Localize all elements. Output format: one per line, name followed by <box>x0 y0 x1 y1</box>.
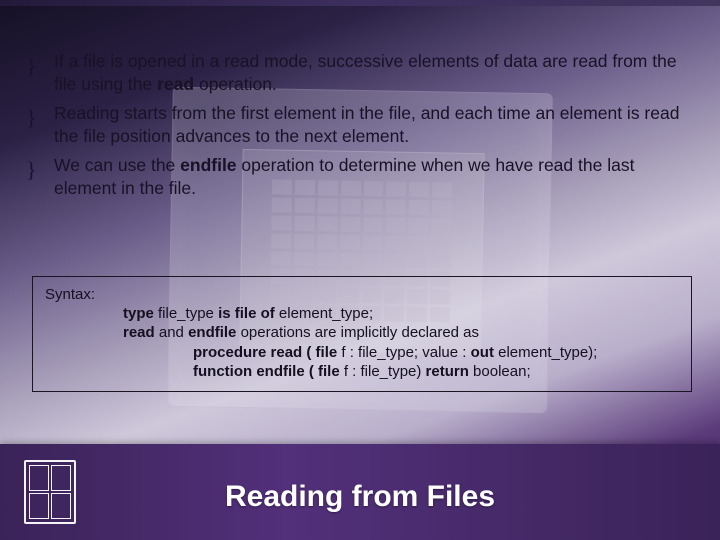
syntax-keyword: out <box>471 344 494 361</box>
syntax-keyword: procedure read ( file <box>193 344 337 361</box>
bullet-marker-icon: } <box>26 51 37 80</box>
bullet-text-strong: endfile <box>180 155 236 175</box>
syntax-keyword: read <box>123 324 155 341</box>
bullet-text-pre: We can use the <box>54 155 180 175</box>
syntax-heading: Syntax: <box>45 285 679 304</box>
bullet-item: } Reading starts from the first element … <box>26 102 696 148</box>
syntax-keyword: return <box>426 363 469 380</box>
syntax-keyword: function endfile ( file <box>193 363 340 380</box>
bullet-item: } If a file is opened in a read mode, su… <box>26 50 696 96</box>
bullet-text-strong: read <box>157 74 194 94</box>
syntax-text: f : file_type; value : <box>337 344 470 361</box>
syntax-text: file_type <box>154 305 218 322</box>
slide-body: } If a file is opened in a read mode, su… <box>26 50 696 207</box>
bullet-text-pre: If a file is opened in a read mode, succ… <box>54 51 677 94</box>
bullet-text-post: operation. <box>194 74 277 94</box>
syntax-line: read and endfile operations are implicit… <box>45 323 679 342</box>
bullet-text-pre: Reading starts from the first element in… <box>54 103 679 146</box>
syntax-line: procedure read ( file f : file_type; val… <box>45 343 679 362</box>
syntax-keyword: is file of <box>218 305 275 322</box>
syntax-text: f : file_type) <box>340 363 426 380</box>
syntax-box: Syntax: type file_type is file of elemen… <box>32 276 692 392</box>
syntax-line: type file_type is file of element_type; <box>45 304 679 323</box>
syntax-keyword: type <box>123 305 154 322</box>
slide-title: Reading from Files <box>0 480 720 514</box>
syntax-text: element_type; <box>275 305 373 322</box>
syntax-line: function endfile ( file f : file_type) r… <box>45 362 679 381</box>
syntax-text: and <box>155 324 188 341</box>
syntax-text: operations are implicitly declared as <box>236 324 479 341</box>
bullet-list: } If a file is opened in a read mode, su… <box>26 50 696 201</box>
syntax-keyword: endfile <box>188 324 236 341</box>
syntax-text: element_type); <box>494 344 597 361</box>
bullet-item: } We can use the endfile operation to de… <box>26 154 696 200</box>
syntax-text: boolean; <box>469 363 531 380</box>
bullet-marker-icon: } <box>26 103 37 132</box>
top-accent-bar <box>0 0 720 6</box>
bullet-marker-icon: } <box>26 155 37 184</box>
